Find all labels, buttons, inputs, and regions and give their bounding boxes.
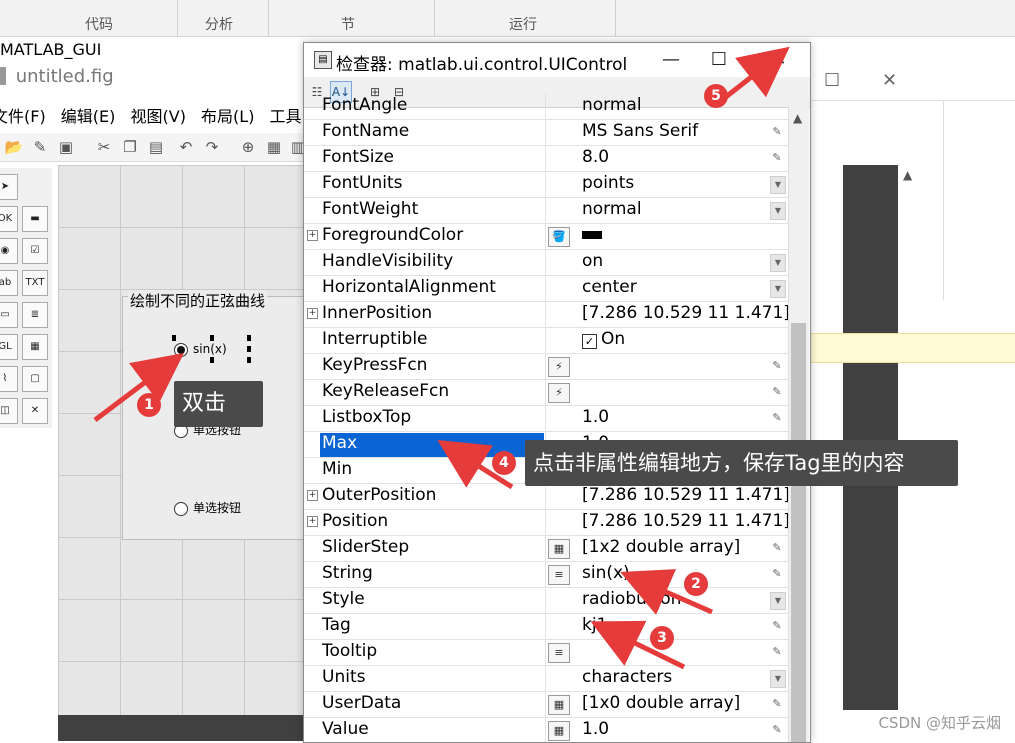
step-badge-5: 5 [704, 84, 728, 108]
arrow-1 [93, 352, 184, 422]
tooltip-double-click: 双击 [174, 381, 263, 427]
step-badge-2: 2 [684, 572, 708, 596]
tooltip-save-tag: 点击非属性编辑地方，保存Tag里的内容 [525, 440, 958, 486]
step-badge-3: 3 [650, 626, 674, 650]
arrow-5 [720, 46, 790, 102]
annotation-arrows [93, 46, 790, 670]
watermark: CSDN @知乎云烟 [878, 714, 1001, 732]
step-badge-4: 4 [492, 451, 516, 475]
step-badge-1: 1 [137, 393, 161, 417]
